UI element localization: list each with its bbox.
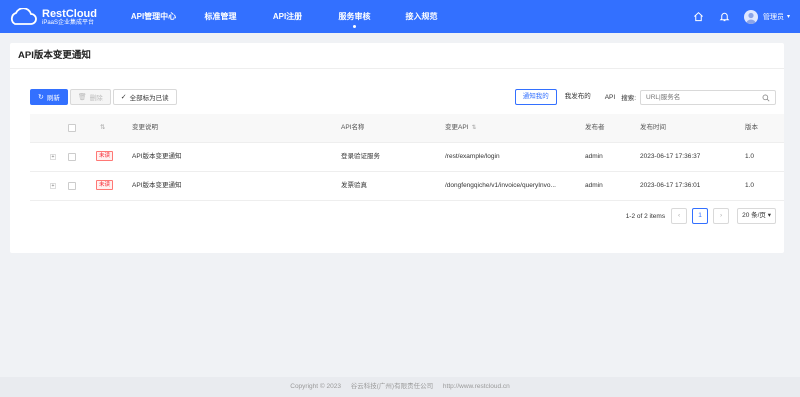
table-row[interactable]: + 未读 API版本变更通知 发票验真 /dongfengqiche/v1/in…: [30, 172, 784, 201]
nav-standard-management[interactable]: 标准管理: [187, 0, 254, 33]
col-version: 版本: [745, 124, 758, 131]
sort-icon[interactable]: ⇅: [471, 125, 476, 131]
main-nav: API管理中心 标准管理 API注册 服务审核 接入规范: [120, 0, 455, 33]
col-changed-api[interactable]: 变更API ⇅: [445, 114, 477, 142]
chevron-down-icon: ▾: [767, 212, 771, 219]
search-input[interactable]: [646, 90, 756, 104]
refresh-icon: ↻: [38, 94, 44, 101]
api-label: API: [604, 93, 616, 101]
row-version: 1.0: [745, 153, 755, 160]
footer-company: 谷云科技(广州)有限责任公司: [350, 383, 434, 390]
col-description: 变更说明: [132, 124, 158, 131]
status-badge: 未读: [96, 151, 114, 162]
tab-notify-me[interactable]: 通知我的: [514, 89, 557, 105]
table-row[interactable]: + 未读 API版本变更通知 登录验证服务 /rest/example/logi…: [30, 143, 784, 172]
mark-all-read-button[interactable]: ✓ 全部标为已读: [112, 89, 177, 105]
check-icon: ✓: [120, 94, 127, 101]
row-api-path: /dongfengqiche/v1/invoice/queryInvo...: [445, 182, 556, 189]
search-box: [640, 89, 776, 105]
brand-text: RestCloud iPaaS企业集成平台: [42, 8, 97, 27]
chevron-left-icon[interactable]: ‹: [671, 208, 688, 224]
pagination: 1-2 of 2 items ‹ 1 › 20 条/页 ▾: [626, 208, 776, 224]
nav-api-management[interactable]: API管理中心: [120, 0, 187, 33]
home-icon[interactable]: [692, 10, 706, 24]
row-description: API版本变更通知: [132, 153, 182, 160]
footer-copyright: Copyright © 2023: [290, 383, 341, 390]
row-publisher: admin: [585, 182, 603, 189]
search-icon[interactable]: [762, 94, 770, 102]
page-title: API版本变更通知: [10, 43, 784, 69]
page-1-button[interactable]: 1: [692, 208, 709, 224]
col-publisher: 发布者: [585, 124, 605, 131]
top-navbar: RestCloud iPaaS企业集成平台 API管理中心 标准管理 API注册…: [0, 0, 800, 33]
toolbar: ↻ 刷新 🗑 删除 ✓ 全部标为已读: [30, 89, 179, 105]
mark-all-read-label: 全部标为已读: [129, 95, 169, 102]
row-publisher: admin: [585, 153, 603, 160]
select-all-checkbox[interactable]: [68, 124, 76, 132]
page-size-select[interactable]: 20 条/页 ▾: [737, 208, 776, 224]
footer-url[interactable]: http://www.restcloud.cn: [443, 383, 510, 390]
search-label: 搜索:: [621, 95, 636, 102]
page-size-label: 20 条/页: [742, 212, 766, 219]
trash-icon: 🗑: [77, 94, 87, 101]
row-time: 2023-06-17 17:36:01: [640, 182, 701, 189]
row-api-path: /rest/example/login: [445, 153, 500, 160]
row-checkbox[interactable]: [68, 153, 76, 161]
expand-row-icon[interactable]: +: [50, 183, 56, 189]
row-checkbox[interactable]: [68, 182, 76, 190]
top-right-tools: 管理员 ▾: [680, 0, 790, 33]
chevron-down-icon[interactable]: ▾: [787, 13, 790, 20]
refresh-button[interactable]: ↻ 刷新: [30, 89, 68, 105]
row-version: 1.0: [745, 182, 755, 189]
col-publish-time: 发布时间: [640, 124, 666, 131]
cloud-logo-icon: [10, 8, 37, 25]
status-badge: 未读: [96, 180, 114, 191]
pagination-summary: 1-2 of 2 items: [625, 212, 666, 220]
row-description: API版本变更通知: [132, 182, 182, 189]
brand-name: RestCloud: [42, 7, 97, 20]
username[interactable]: 管理员: [763, 12, 784, 22]
avatar[interactable]: [743, 9, 758, 24]
nav-api-register[interactable]: API注册: [254, 0, 321, 33]
row-api-name: 登录验证服务: [341, 153, 380, 160]
delete-label: 删除: [89, 95, 103, 102]
filter-bar: 通知我的 我发布的 API 搜索:: [514, 89, 776, 105]
bell-icon[interactable]: [718, 10, 732, 24]
refresh-label: 刷新: [46, 95, 60, 102]
sort-icon[interactable]: ⇅: [100, 114, 105, 142]
table-header: ⇅ 变更说明 API名称 变更API ⇅ 发布者 发布时间 版本: [30, 114, 784, 143]
footer: Copyright © 2023 谷云科技(广州)有限责任公司 http://w…: [0, 377, 800, 397]
nav-service-review[interactable]: 服务审核: [321, 0, 388, 33]
nav-access-spec[interactable]: 接入规范: [388, 0, 455, 33]
tab-my-published[interactable]: 我发布的: [557, 89, 599, 105]
brand-tagline: iPaaS企业集成平台: [42, 19, 95, 26]
brand-logo[interactable]: RestCloud iPaaS企业集成平台: [8, 5, 97, 29]
col-api-name: API名称: [341, 124, 365, 131]
notification-table: ⇅ 变更说明 API名称 变更API ⇅ 发布者 发布时间 版本 + 未读 API…: [30, 114, 784, 201]
row-api-name: 发票验真: [341, 182, 367, 189]
chevron-right-icon[interactable]: ›: [713, 208, 730, 224]
delete-button[interactable]: 🗑 删除: [69, 89, 111, 105]
row-time: 2023-06-17 17:36:37: [640, 153, 701, 160]
main-card: API版本变更通知 ↻ 刷新 🗑 删除 ✓ 全部标为已读 通知我的 我发布的 A…: [10, 43, 784, 253]
expand-row-icon[interactable]: +: [50, 154, 56, 160]
col-changed-api-label: 变更API: [445, 124, 469, 131]
